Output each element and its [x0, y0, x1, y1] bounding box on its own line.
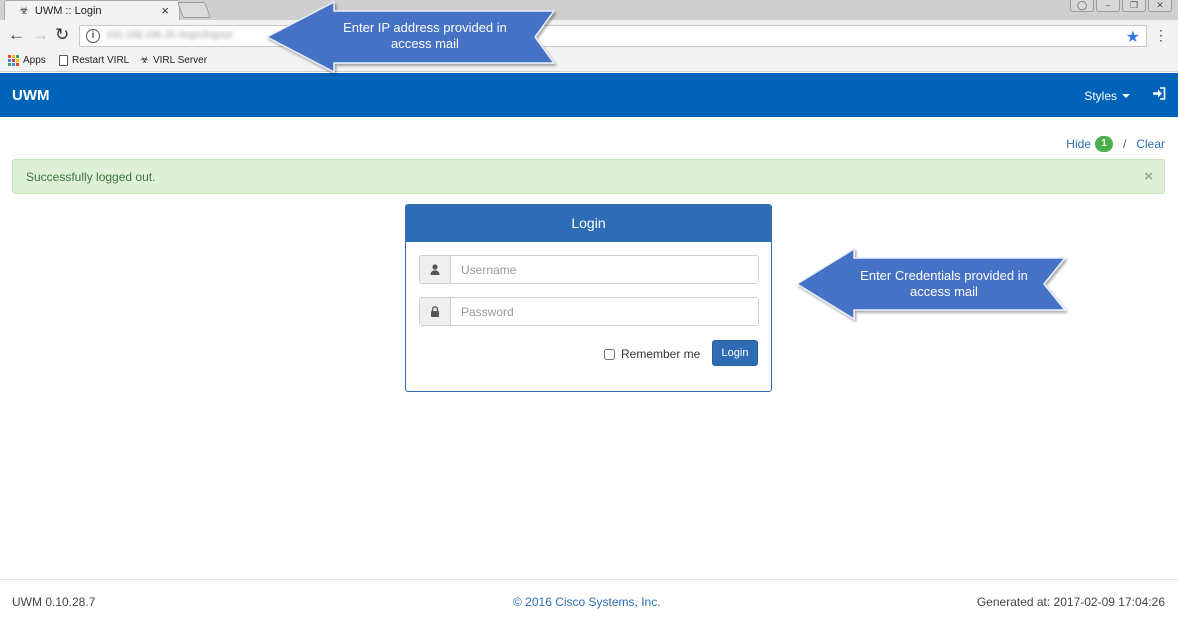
- alert-text: Successfully logged out.: [26, 170, 156, 184]
- username-input[interactable]: [451, 256, 758, 283]
- minimize-icon[interactable]: –: [1096, 0, 1120, 12]
- message-count-badge: 1: [1094, 136, 1113, 152]
- reload-icon[interactable]: ↻: [55, 26, 69, 44]
- info-icon[interactable]: i: [86, 29, 100, 43]
- log-in-icon[interactable]: [1152, 87, 1166, 103]
- generated-timestamp: Generated at: 2017-02-09 17:04:26: [976, 595, 1165, 609]
- page-icon: [59, 55, 68, 66]
- close-icon[interactable]: ×: [1144, 168, 1153, 185]
- username-group: [419, 255, 759, 284]
- bookmark-label: VIRL Server: [152, 55, 208, 66]
- remember-me[interactable]: Remember me: [604, 347, 700, 361]
- remember-me-label: Remember me: [621, 347, 701, 361]
- browser-menu-icon[interactable]: ⋮: [1154, 26, 1168, 44]
- message-controls: Hide 1 / Clear: [1066, 136, 1165, 152]
- password-input[interactable]: [451, 298, 758, 325]
- footer: UWM 0.10.28.7 © 2016 Cisco Systems, Inc.…: [0, 579, 1178, 620]
- window-controls: ◯ – ❐ ✕: [1070, 0, 1172, 12]
- tab-title: UWM :: Login: [34, 4, 102, 17]
- url-text[interactable]: 192.168.196.25 /login/logout: [106, 30, 232, 41]
- copyright-link[interactable]: © 2016 Cisco Systems, Inc.: [513, 595, 661, 609]
- hide-messages-link[interactable]: Hide: [1066, 137, 1091, 151]
- bookmark-apps[interactable]: Apps: [8, 55, 46, 66]
- styles-label: Styles: [1084, 89, 1117, 103]
- login-panel: Login Remember me Login: [405, 204, 772, 392]
- back-arrow-icon[interactable]: ←: [8, 26, 25, 44]
- bookmark-virl-server[interactable]: ☣ VIRL Server: [140, 55, 207, 66]
- bookmark-label: Restart VIRL: [72, 55, 130, 66]
- bookmarks-bar: Apps Restart VIRL ☣ VIRL Server: [0, 51, 1178, 72]
- login-button[interactable]: Login: [712, 340, 758, 366]
- separator: /: [1122, 137, 1127, 151]
- brand-link[interactable]: UWM: [12, 87, 50, 104]
- ip-callout-text: Enter IP address provided in access mail: [343, 20, 507, 51]
- forward-arrow-icon[interactable]: →: [32, 26, 49, 44]
- close-window-icon[interactable]: ✕: [1148, 0, 1172, 12]
- restore-icon[interactable]: ❐: [1122, 0, 1146, 12]
- success-alert: Successfully logged out. ×: [12, 159, 1165, 194]
- app-navbar: UWM Styles: [0, 73, 1178, 117]
- styles-dropdown[interactable]: Styles: [1084, 89, 1130, 103]
- clear-messages-link[interactable]: Clear: [1136, 137, 1165, 151]
- bookmark-restart-virl[interactable]: Restart VIRL: [59, 55, 129, 66]
- browser-tab[interactable]: ☣ UWM :: Login ×: [4, 0, 180, 20]
- address-bar[interactable]: i 192.168.196.25 /login/logout ★: [79, 25, 1147, 47]
- tab-close-icon[interactable]: ×: [161, 3, 169, 18]
- screen: ☣ UWM :: Login × ◯ – ❐ ✕ ← → ↻ i 192.168…: [0, 0, 1178, 620]
- caret-down-icon: [1122, 94, 1130, 98]
- browser-toolbar: ← → ↻ i 192.168.196.25 /login/logout ★ ⋮: [0, 20, 1178, 51]
- credentials-callout-text: Enter Credentials provided in access mai…: [860, 268, 1028, 299]
- lock-icon: [420, 298, 451, 325]
- browser-tab-strip: ☣ UWM :: Login × ◯ – ❐ ✕: [0, 0, 1178, 20]
- apps-grid-icon: [8, 55, 19, 66]
- version-text: UWM 0.10.28.7: [12, 595, 96, 609]
- bookmark-label: Apps: [23, 55, 46, 66]
- password-group: [419, 297, 759, 326]
- bookmark-star-icon[interactable]: ★: [1126, 27, 1140, 47]
- login-panel-title: Login: [406, 205, 771, 242]
- user-icon: [420, 256, 451, 283]
- biohazard-icon: ☣: [140, 55, 149, 66]
- new-tab-button[interactable]: [177, 2, 211, 18]
- user-profile-icon[interactable]: ◯: [1070, 0, 1094, 12]
- biohazard-icon: ☣: [19, 5, 29, 17]
- remember-me-checkbox[interactable]: [604, 348, 615, 360]
